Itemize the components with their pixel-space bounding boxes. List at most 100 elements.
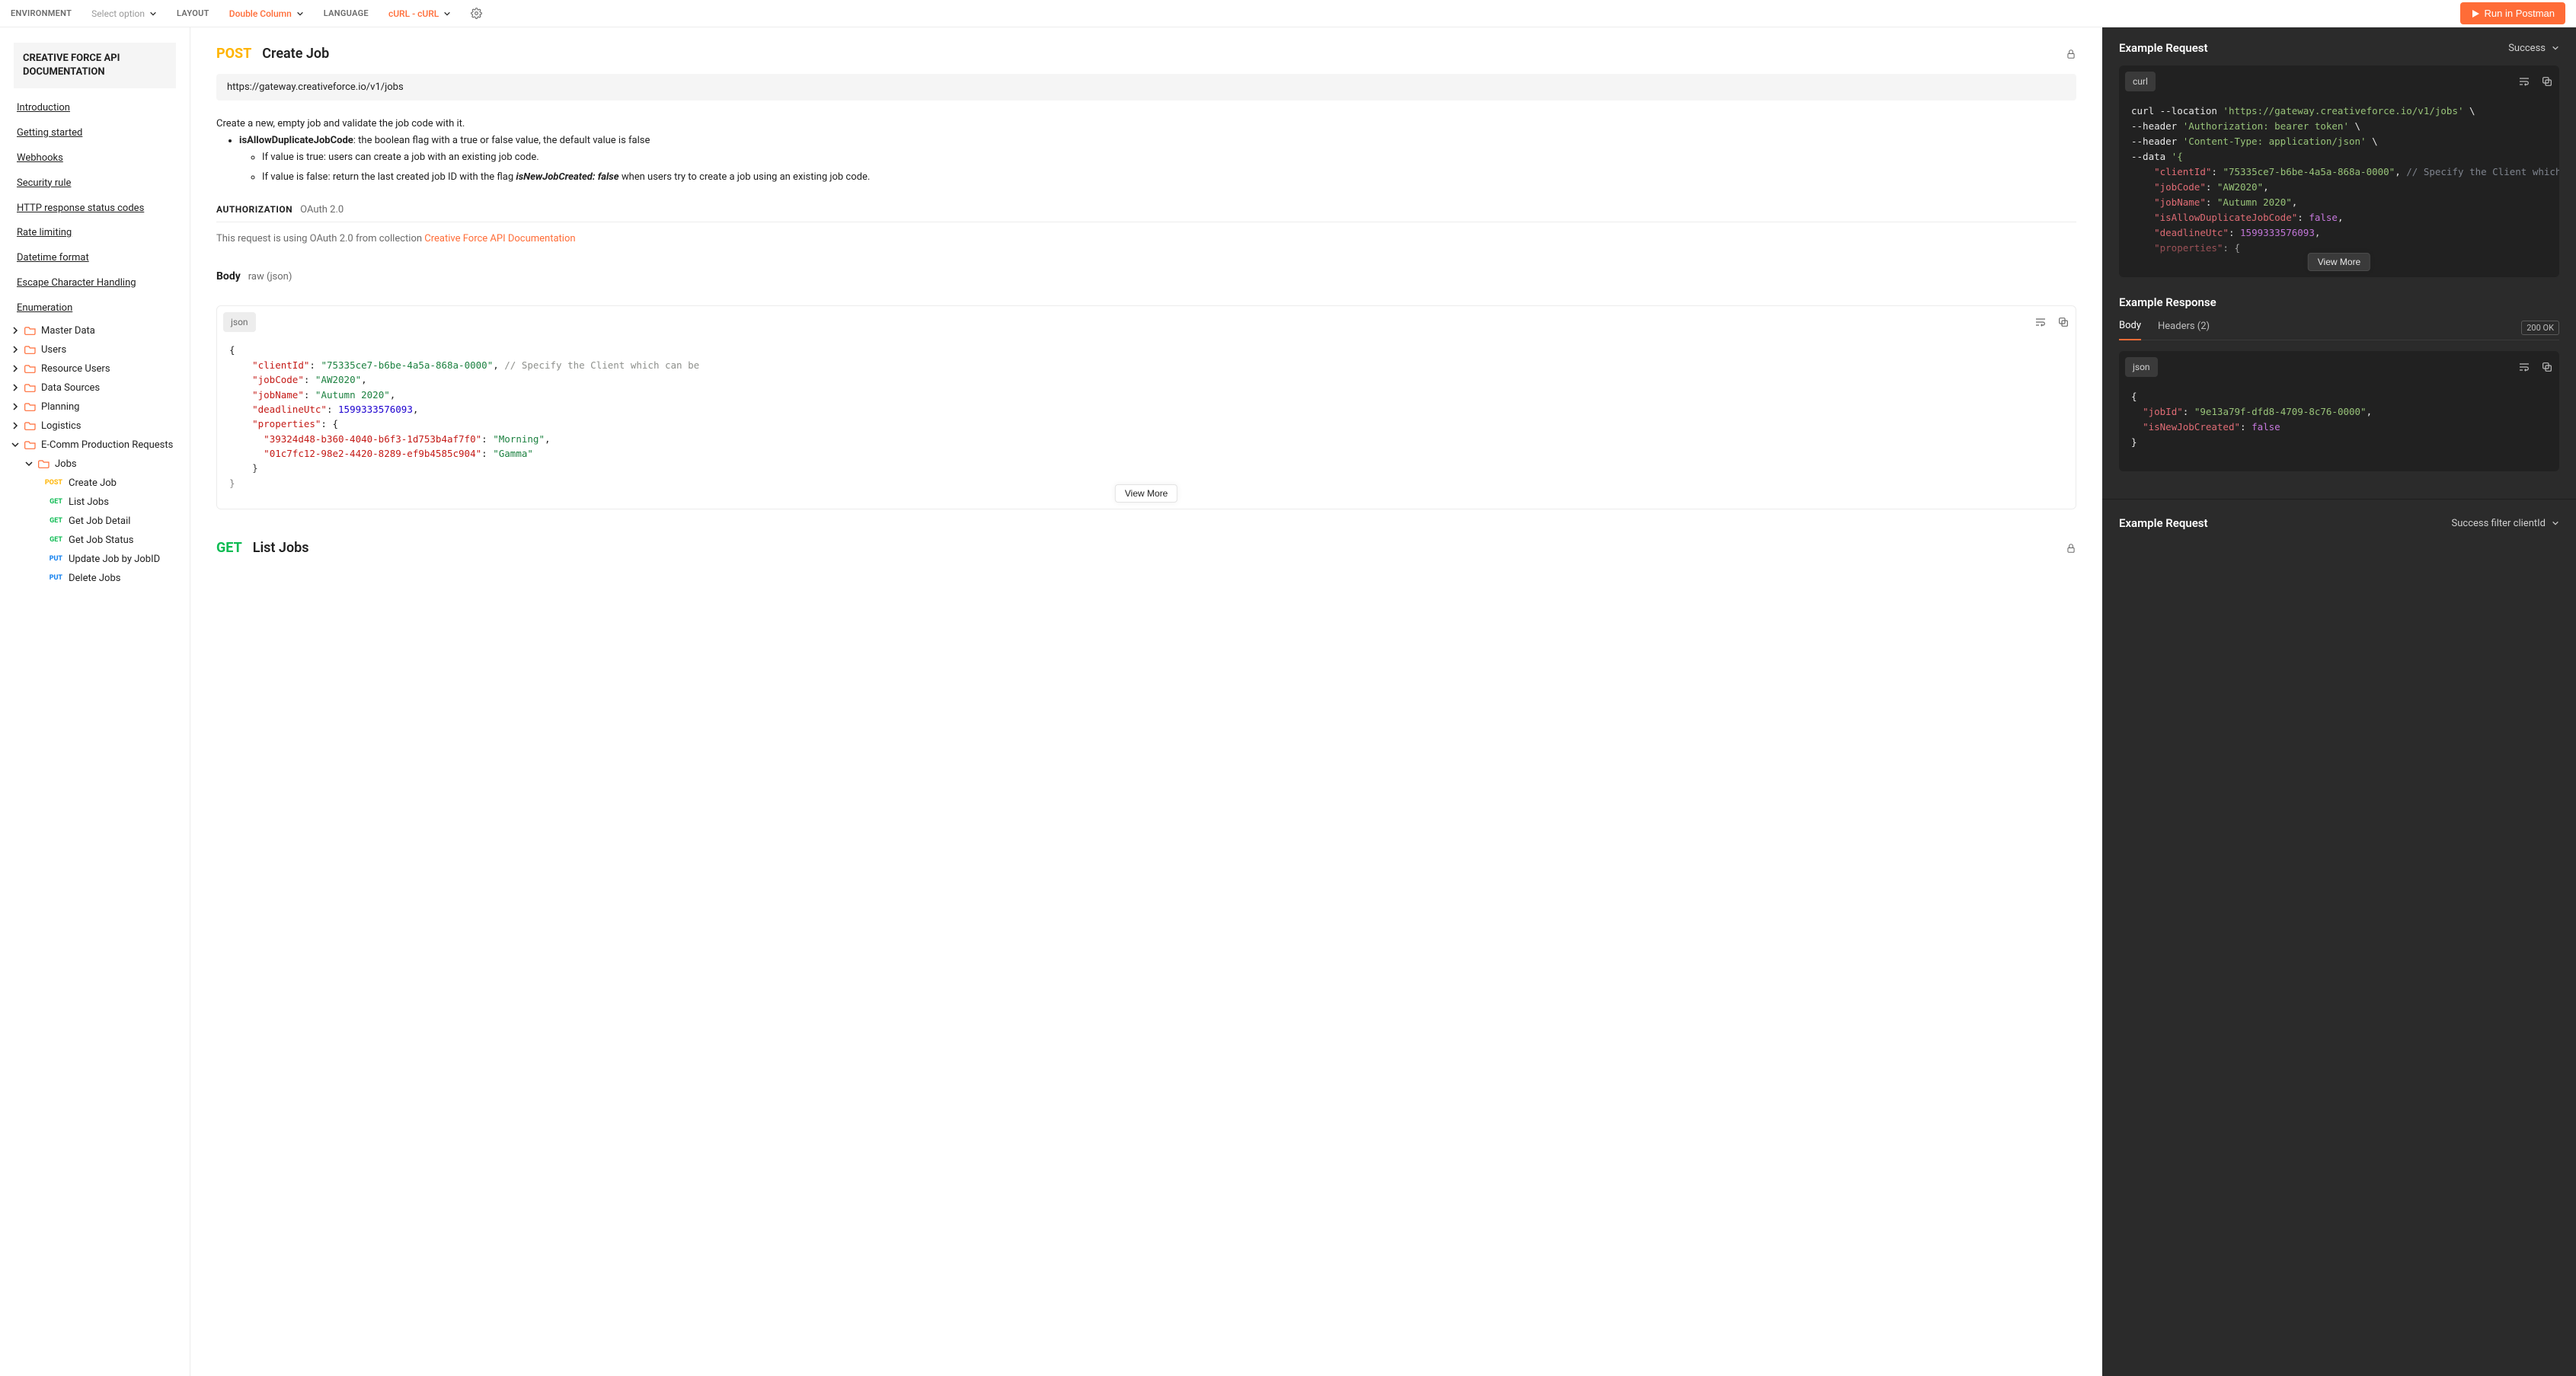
response-tab-headers[interactable]: Headers (2) [2158, 316, 2210, 340]
folder-item[interactable]: Master Data [0, 321, 190, 340]
folder-name: Users [41, 344, 66, 356]
request-item[interactable]: GET Get Job Detail [14, 512, 190, 531]
folder-name: Data Sources [41, 382, 100, 394]
folder-item[interactable]: Jobs [14, 455, 190, 474]
folder-item[interactable]: Data Sources [0, 378, 190, 397]
method-badge: POST [216, 46, 251, 62]
example-request-title: Example Request [2119, 41, 2208, 55]
copy-icon[interactable] [2541, 75, 2553, 88]
sidebar: CREATIVE FORCE API DOCUMENTATION Introdu… [0, 27, 190, 1376]
wrap-icon[interactable] [2518, 75, 2530, 88]
folder-item[interactable]: Planning [0, 397, 190, 417]
nav-link[interactable]: HTTP response status codes [0, 196, 190, 222]
gear-icon[interactable] [471, 8, 482, 19]
nav-link[interactable]: Rate limiting [0, 221, 190, 246]
wrap-icon[interactable] [2518, 361, 2530, 373]
copy-icon[interactable] [2541, 361, 2553, 373]
code-lang-tab: json [223, 312, 256, 332]
request-name: Get Job Detail [69, 516, 130, 527]
method-badge: GET [216, 540, 242, 556]
chevron-down-icon [296, 10, 304, 18]
folder-icon [24, 363, 37, 374]
folder-item[interactable]: Users [0, 340, 190, 359]
example-panel: Example Request Success curl curl --loca… [2102, 27, 2576, 1376]
folder-name: E-Comm Production Requests [41, 439, 173, 451]
request-name: List Jobs [69, 496, 109, 508]
view-more-button[interactable]: View More [1115, 484, 1178, 503]
chevron-down-icon [24, 459, 34, 468]
code-lang-tab: curl [2125, 72, 2156, 91]
nav-link[interactable]: Escape Character Handling [0, 271, 190, 296]
folder-icon [24, 439, 37, 450]
example-select[interactable]: Success filter clientId [2452, 518, 2560, 529]
wrap-icon[interactable] [2034, 316, 2047, 328]
curl-body[interactable]: curl --location 'https://gateway.creativ… [2119, 97, 2559, 277]
response-tab-body[interactable]: Body [2119, 315, 2141, 340]
folder-name: Logistics [41, 420, 81, 432]
view-more-button[interactable]: View More [2308, 253, 2370, 271]
request-name: Delete Jobs [69, 573, 120, 584]
endpoint-title: Create Job [262, 46, 329, 62]
example-select[interactable]: Success [2508, 43, 2559, 54]
chevron-down-icon [2552, 519, 2559, 527]
nav-link[interactable]: Datetime format [0, 246, 190, 271]
request-item[interactable]: GETGet Job Status [14, 531, 190, 550]
auth-heading: AUTHORIZATION [216, 204, 292, 215]
folder-name: Resource Users [41, 363, 110, 375]
nav-link[interactable]: Getting started [0, 121, 190, 146]
chevron-right-icon [11, 345, 20, 354]
json-body[interactable]: { "clientId": "75335ce7-b6be-4a5a-868a-0… [217, 338, 2076, 509]
copy-icon[interactable] [2057, 316, 2069, 328]
folder-name: Jobs [55, 458, 77, 470]
env-dropdown[interactable]: Select option [91, 8, 157, 19]
request-item[interactable]: GETList Jobs [14, 493, 190, 512]
endpoint-create-job: POST Create Job https://gateway.creative… [216, 46, 2076, 509]
env-label: ENVIRONMENT [11, 8, 72, 18]
folder-icon [24, 420, 37, 431]
folder-name: Planning [41, 401, 79, 413]
folder-item[interactable]: E-Comm Production Requests [0, 436, 190, 455]
response-code-block: json { "jobId": "9e13a79f-dfd8-4709-8c76… [2119, 351, 2559, 471]
chevron-right-icon [11, 383, 20, 392]
nav-link[interactable]: Enumeration [0, 296, 190, 321]
chevron-right-icon [11, 326, 20, 335]
folder-icon [38, 458, 50, 469]
folder-icon [24, 344, 37, 355]
folder-item[interactable]: Resource Users [0, 359, 190, 378]
chevron-right-icon [11, 364, 20, 373]
endpoint-list-jobs: GET List Jobs [216, 540, 2076, 556]
example-response-title: Example Response [2119, 295, 2216, 309]
body-code-block: json { "clientId": "75335ce7-b6be-4a5a-8… [216, 305, 2076, 509]
request-item[interactable]: PUTDelete Jobs [14, 569, 190, 588]
doc-content: POST Create Job https://gateway.creative… [190, 27, 2102, 1376]
code-lang-tab: json [2125, 357, 2158, 377]
lock-icon [2066, 48, 2076, 60]
status-badge: 200 OK [2521, 321, 2559, 335]
nav-link[interactable]: Webhooks [0, 146, 190, 171]
doc-title: CREATIVE FORCE API DOCUMENTATION [14, 43, 176, 88]
method-badge: PUT [41, 555, 62, 563]
method-badge: POST [41, 479, 62, 487]
description: Create a new, empty job and validate the… [216, 116, 2076, 186]
method-badge: GET [41, 517, 62, 525]
folder-item[interactable]: Logistics [0, 417, 190, 436]
auth-collection-link[interactable]: Creative Force API Documentation [424, 233, 575, 244]
body-heading: Body [216, 270, 241, 283]
response-json-body[interactable]: { "jobId": "9e13a79f-dfd8-4709-8c76-0000… [2119, 383, 2559, 471]
folder-icon [24, 325, 37, 336]
lock-icon [2066, 542, 2076, 554]
run-in-postman-button[interactable]: Run in Postman [2460, 2, 2566, 24]
request-name: Get Job Status [69, 535, 134, 546]
lang-dropdown[interactable]: cURL - cURL [388, 8, 451, 19]
folder-name: Master Data [41, 325, 95, 337]
chevron-down-icon [443, 10, 451, 18]
url-box[interactable]: https://gateway.creativeforce.io/v1/jobs [216, 74, 2076, 101]
nav-link[interactable]: Introduction [0, 96, 190, 121]
request-item[interactable]: POSTCreate Job [14, 474, 190, 493]
nav-link[interactable]: Security rule [0, 171, 190, 196]
curl-code-block: curl curl --location 'https://gateway.cr… [2119, 65, 2559, 277]
request-item[interactable]: PUTUpdate Job by JobID [14, 550, 190, 569]
endpoint-title: List Jobs [253, 540, 309, 556]
layout-dropdown[interactable]: Double Column [229, 8, 304, 19]
folder-icon [24, 382, 37, 393]
